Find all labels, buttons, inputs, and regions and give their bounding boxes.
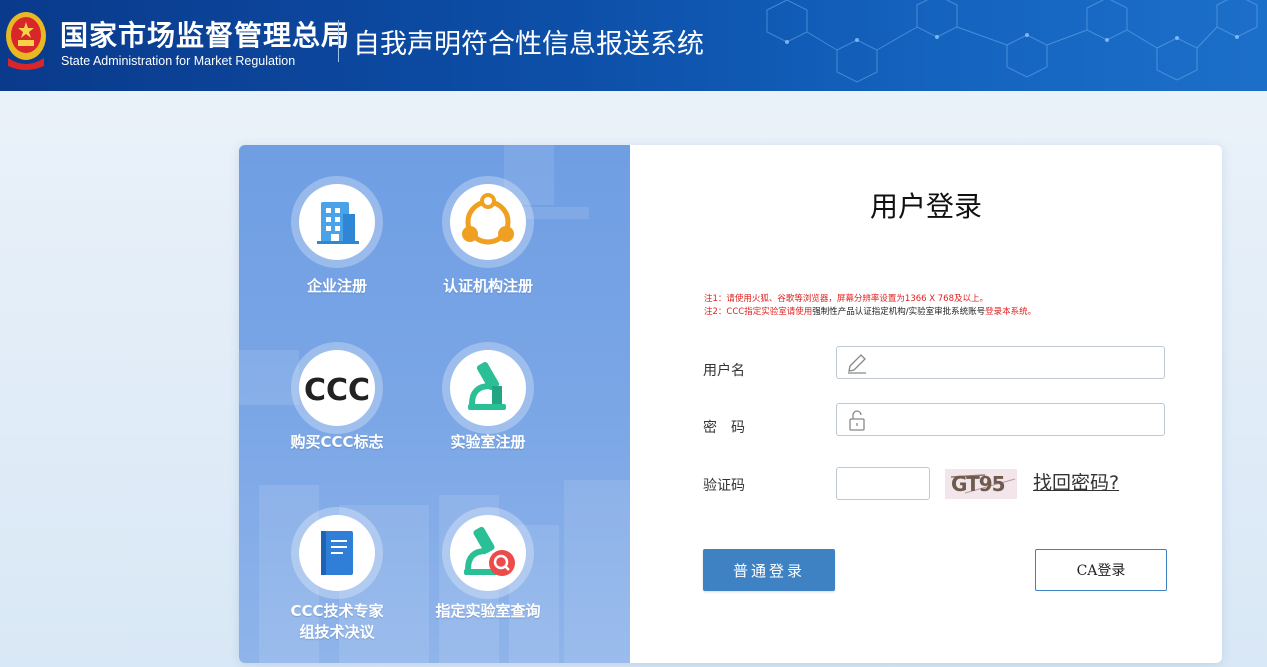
microscope-icon [468,361,506,410]
book-icon [321,531,353,575]
normal-login-button[interactable]: 普通登录 [703,549,835,591]
note2-middle: 强制性产品认证指定机构/实验室审批系统账号 [812,307,986,317]
lock-icon [849,410,865,431]
tile-label: CCC技术专家 [290,602,384,620]
org-name-en: State Administration for Market Regulati… [61,54,296,68]
tile-label: 认证机构注册 [442,277,533,295]
password-input[interactable] [873,406,1162,435]
tile-buy-ccc-mark[interactable]: CCC 购买CCC标志 [262,342,412,462]
forgot-password-link[interactable]: 找回密码? [1033,468,1119,495]
microscope-search-icon [464,526,515,576]
note-browser: 注1：请使用火狐、谷歌等浏览器，屏幕分辨率设置为1366 X 768及以上。 [704,294,988,304]
captcha-image[interactable]: GT95 [945,469,1017,499]
password-field[interactable] [836,403,1165,436]
ccc-mark-icon: CCC [304,373,370,408]
captcha-input[interactable] [841,470,929,499]
note2-suffix: 登录本系统。 [985,307,1037,317]
tile-label: 实验室注册 [450,433,526,451]
ccc-mark-text: CCC [304,373,370,408]
tile-cert-body-register[interactable]: 认证机构注册 [413,176,563,296]
username-label: 用户名 [703,363,745,379]
tile-label: 购买CCC标志 [290,433,384,451]
tile-label: 指定实验室查询 [435,602,541,620]
captcha-text: GT95 [951,472,1006,496]
tile-ccc-expert-resolution[interactable]: CCC技术专家 组技术决议 [262,507,412,647]
ca-login-button[interactable]: CA登录 [1035,549,1167,591]
username-field[interactable] [836,346,1165,379]
tile-lab-register[interactable]: 实验室注册 [413,342,563,462]
share-network-icon [462,193,514,245]
login-card: 企业注册 认证机构注册 CCC 购买CCC标志 实验室注册 CCC技术专家 组技… [239,145,1222,663]
national-emblem-icon [6,12,46,70]
login-notes: 注1：请使用火狐、谷歌等浏览器，屏幕分辨率设置为1366 X 768及以上。 注… [704,293,1036,319]
tile-designated-lab-query[interactable]: 指定实验室查询 [413,507,563,627]
quick-links-panel: 企业注册 认证机构注册 CCC 购买CCC标志 实验室注册 CCC技术专家 组技… [239,145,630,663]
captcha-label: 验证码 [703,478,745,494]
system-title: 自我声明符合性信息报送系统 [353,29,704,60]
tile-label: 企业注册 [306,277,367,295]
pencil-icon [848,354,866,374]
captcha-field[interactable] [836,467,930,500]
top-header: 国家市场监督管理总局 State Administration for Mark… [0,0,1267,91]
hexagon-network-decoration [766,0,1258,83]
note-ccc-lab: 注2：CCC指定实验室请使用强制性产品认证指定机构/实验室审批系统账号登录本系统… [704,306,1036,319]
header-divider [338,20,339,62]
login-title: 用户登录 [869,190,982,223]
tile-label-line2: 组技术决议 [299,623,375,641]
username-input[interactable] [873,349,1162,378]
org-name-cn: 国家市场监督管理总局 [60,19,351,52]
password-label: 密 码 [703,420,745,436]
tile-enterprise-register[interactable]: 企业注册 [262,176,412,296]
office-building-icon [317,202,359,244]
note2-prefix: 注2：CCC指定实验室请使用 [704,307,813,317]
